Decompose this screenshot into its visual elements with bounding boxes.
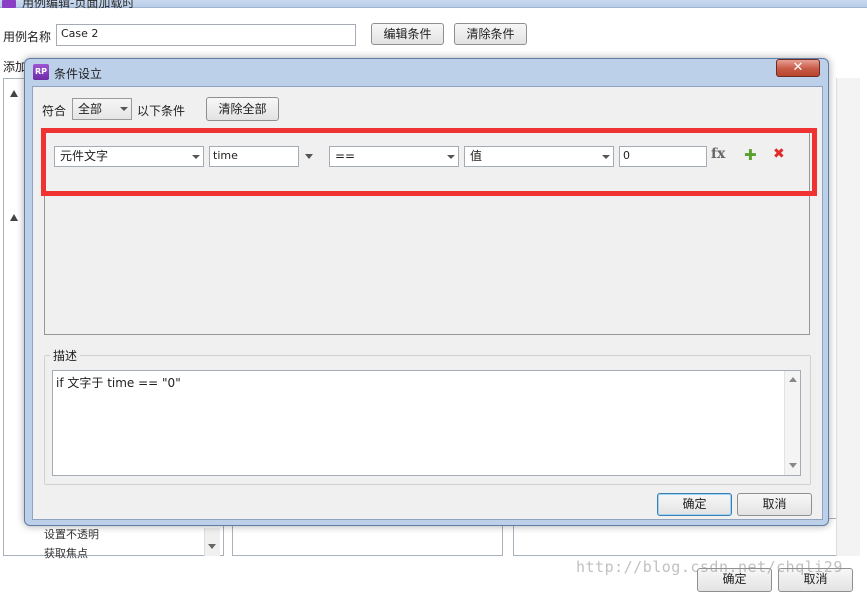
scroll-up-icon[interactable]	[789, 377, 797, 382]
edit-conditions-button[interactable]: 编辑条件	[371, 23, 444, 45]
tree-scrollbar[interactable]	[204, 528, 220, 556]
dialog-ok-button[interactable]: 确定	[657, 493, 732, 516]
case-name-input[interactable]: Case 2	[56, 24, 356, 46]
match-mode-select[interactable]: 全部	[72, 98, 132, 120]
list-item[interactable]: 获取焦点	[44, 545, 88, 561]
description-text: if 文字于 time == "0"	[56, 376, 181, 390]
clear-all-button[interactable]: 清除全部	[206, 97, 279, 121]
highlight-annotation-box	[41, 128, 817, 196]
case-editor-title: 用例编辑-页面加载时	[22, 0, 135, 10]
dialog-title: 条件设立	[54, 67, 103, 81]
match-label: 符合	[42, 104, 67, 118]
description-scrollbar[interactable]	[784, 371, 800, 475]
chevron-down-icon	[120, 107, 128, 111]
match-suffix-label: 以下条件	[137, 104, 186, 118]
clear-conditions-button[interactable]: 清除条件	[454, 23, 527, 45]
watermark-text: http://blog.csdn.net/chqli29	[576, 558, 843, 576]
expand-arrow-icon[interactable]	[10, 90, 18, 97]
description-textarea[interactable]: if 文字于 time == "0"	[52, 370, 801, 476]
case-name-label: 用例名称	[3, 30, 52, 44]
expand-arrow-icon-2[interactable]	[10, 214, 18, 221]
scroll-down-icon[interactable]	[789, 463, 797, 468]
dialog-close-button[interactable]: ✕	[776, 59, 820, 77]
dialog-cancel-button[interactable]: 取消	[737, 493, 812, 516]
list-item[interactable]: 设置不透明	[44, 526, 99, 542]
bg-right-edge	[836, 78, 860, 556]
description-label: 描述	[50, 347, 81, 364]
app-icon	[2, 0, 16, 8]
axure-rp-icon: RP	[33, 64, 49, 80]
match-mode-value: 全部	[78, 102, 103, 116]
scroll-down-icon[interactable]	[208, 544, 216, 549]
close-icon: ✕	[792, 60, 804, 75]
